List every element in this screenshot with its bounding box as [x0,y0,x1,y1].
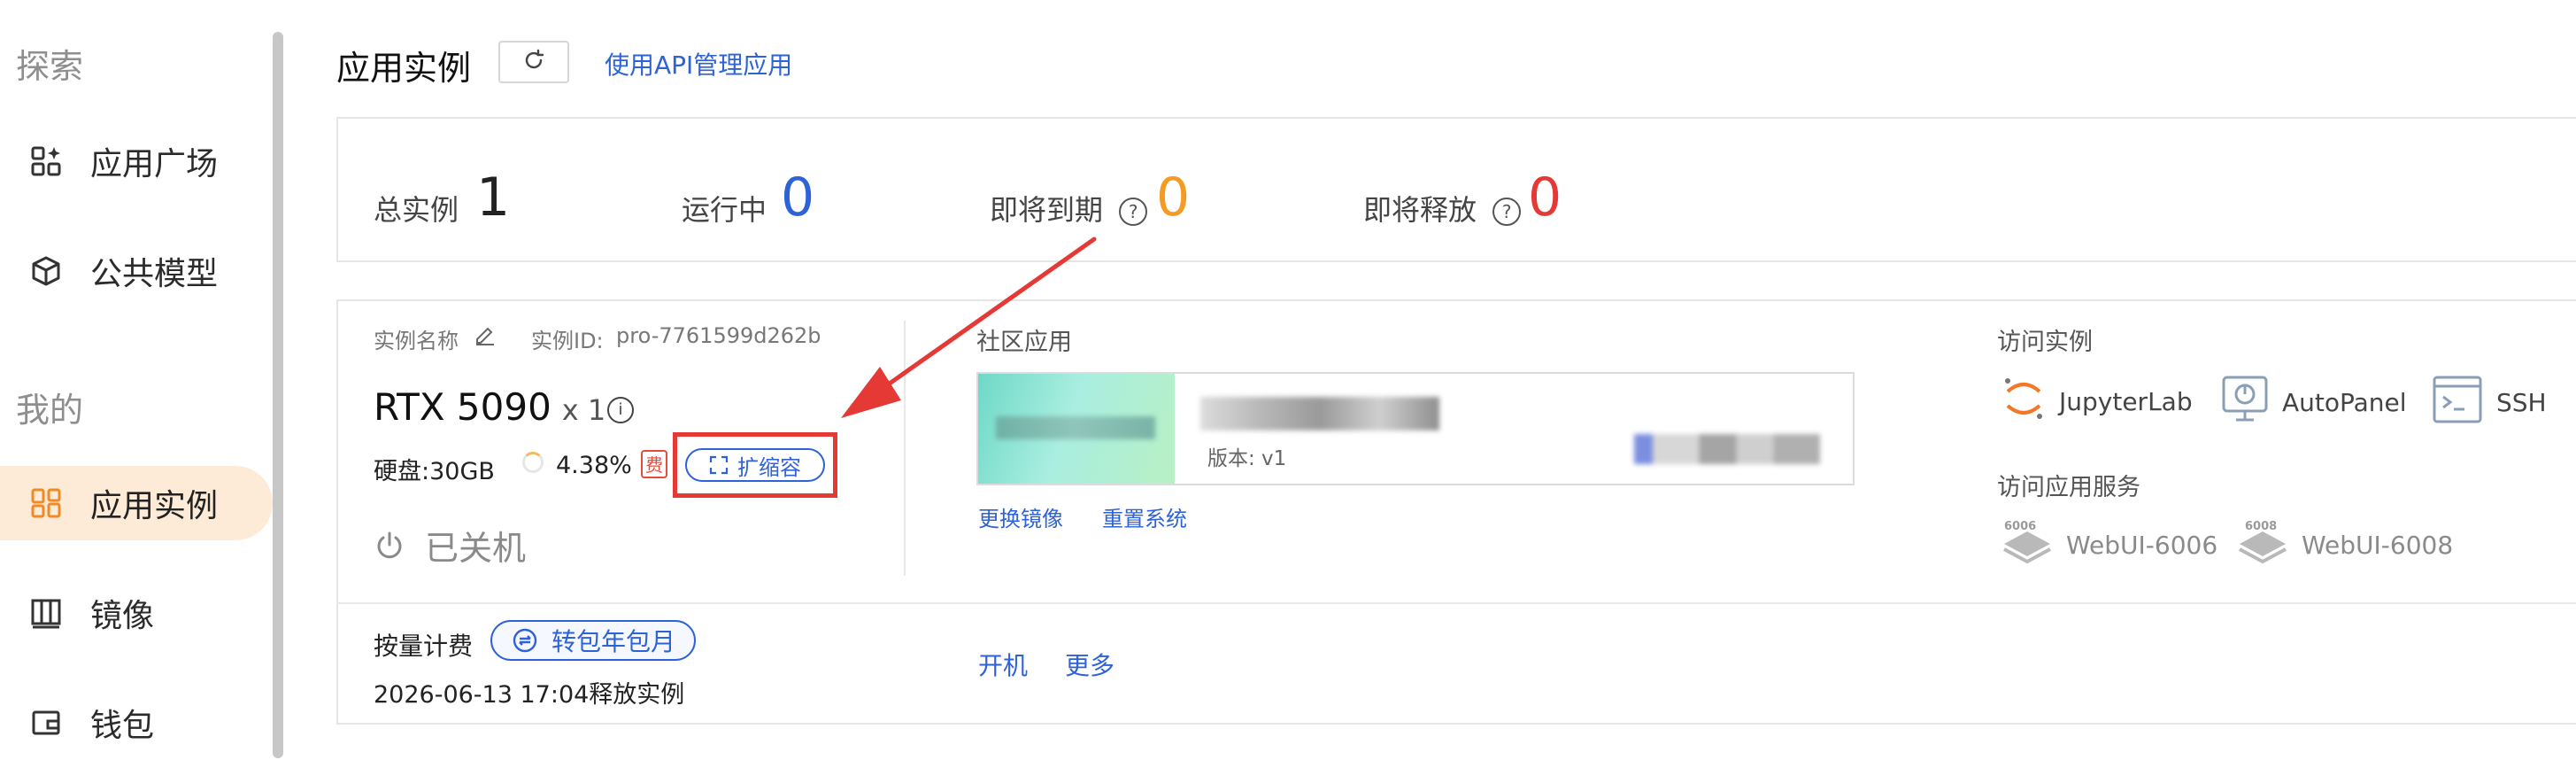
image-columns-icon [28,595,64,631]
sidebar-item-public-models[interactable]: 公共模型 [0,234,273,308]
sidebar-item-wallet[interactable]: 钱包 [0,686,273,760]
help-icon[interactable]: ? [1492,198,1522,226]
expand-button-label: 扩缩容 [737,454,801,480]
sidebar-item-app-plaza[interactable]: 应用广场 [0,124,273,198]
card-divider [336,602,2576,604]
expand-icon [709,455,729,475]
webui-6006-label: WebUI-6006 [2066,530,2218,560]
webui-6006-icon: 6006 [2001,519,2054,570]
ssh-link[interactable]: SSH [2431,374,2547,431]
sidebar-item-label: 公共模型 [90,256,219,292]
blurred-author [1634,434,1820,464]
jupyterlab-link[interactable]: JupyterLab [2001,374,2193,430]
sidebar-item-app-instances[interactable]: 应用实例 [0,466,273,540]
instance-status: 已关机 [374,521,526,570]
disk-usage-percent: 4.38% [556,452,632,479]
instance-card [336,299,2576,725]
change-image-link[interactable]: 更换镜像 [978,501,1063,532]
total-instances-value: 1 [476,167,511,229]
webui-6008-label: WebUI-6008 [2302,530,2454,560]
power-icon [377,531,402,558]
app-grid-icon [28,143,64,179]
webui-6008-badge: 6008 [2245,520,2277,533]
webui-6006-link[interactable]: 6006 WebUI-6006 [2001,519,2217,570]
expiring-value: 0 [1156,167,1191,229]
autopanel-icon [2220,374,2270,431]
blurred-text [996,416,1155,439]
releasing-label-text: 即将释放 [1363,193,1477,227]
page-title: 应用实例 [336,49,472,88]
jupyter-icon [2001,374,2047,430]
gpu-name: RTX 5090 [374,385,551,429]
instances-grid-icon [28,485,64,521]
ssh-label: SSH [2496,388,2547,417]
sidebar: 探索 应用广场 公共模型 我的 应用实例 镜像 钱包 [0,0,274,758]
total-instances-label: 总实例 [374,193,459,227]
edit-icon[interactable] [473,322,496,349]
wallet-icon [28,705,64,741]
refresh-button[interactable] [498,41,569,83]
instance-id-value: pro-7761599d262b [616,323,821,348]
gpu-model: RTX 5090 x 1 [374,385,605,429]
card-divider [904,321,906,576]
refresh-icon [522,49,545,75]
running-value: 0 [781,167,815,229]
instance-name-label: 实例名称 [374,329,459,353]
blurred-app-name [1200,397,1439,430]
sidebar-item-images[interactable]: 镜像 [0,576,273,650]
jupyterlab-label: JupyterLab [2059,387,2193,416]
sidebar-scrollbar[interactable] [273,32,283,758]
disk-info: 硬盘:30GB [374,452,495,486]
sidebar-item-label: 镜像 [90,598,155,634]
status-text: 已关机 [425,529,527,568]
sidebar-item-label: 应用广场 [90,146,219,182]
expand-button[interactable]: 扩缩容 [685,448,825,482]
release-time: 2026-06-13 17:04释放实例 [374,681,685,709]
sidebar-item-label: 应用实例 [90,488,219,524]
more-button[interactable]: 更多 [1065,647,1114,682]
running-label: 运行中 [682,193,767,227]
cube-icon [28,253,64,289]
expiring-label-text: 即将到期 [990,193,1104,227]
app-version: 版本: v1 [1207,447,1287,470]
sidebar-section-explore: 探索 [16,47,84,86]
convert-icon [513,628,537,653]
webui-6008-link[interactable]: 6008 WebUI-6008 [2236,519,2453,570]
disk-usage-ring-icon [522,452,544,473]
instance-id-label: 实例ID: [531,329,604,353]
api-manage-link[interactable]: 使用API管理应用 [605,46,792,81]
billing-type: 按量计费 [374,632,474,661]
expiring-label: 即将到期 ? [990,188,1148,229]
disk-label: 硬盘: [374,458,430,485]
webui-6006-badge: 6006 [2004,520,2036,533]
sidebar-item-label: 钱包 [90,708,155,744]
power-on-button[interactable]: 开机 [978,647,1028,682]
terminal-icon [2431,374,2484,431]
access-service-label: 访问应用服务 [1997,474,2140,501]
access-instance-label: 访问实例 [1997,329,2093,356]
community-app-label: 社区应用 [976,329,1072,356]
sidebar-section-mine: 我的 [16,391,84,430]
fee-badge: 费 [641,450,667,478]
disk-value: 30GB [429,458,495,485]
releasing-label: 即将释放 ? [1363,188,1522,229]
convert-package-button[interactable]: 转包年包月 [490,620,696,661]
gpu-count: x 1 [561,393,606,427]
releasing-value: 0 [1528,167,1562,229]
help-icon[interactable]: ? [1119,198,1148,226]
webui-6008-icon: 6008 [2236,519,2289,570]
convert-package-label: 转包年包月 [551,627,675,656]
autopanel-link[interactable]: AutoPanel [2220,374,2407,431]
autopanel-label: AutoPanel [2282,388,2407,417]
reset-system-link[interactable]: 重置系统 [1102,501,1187,532]
info-icon[interactable]: i [607,397,634,423]
